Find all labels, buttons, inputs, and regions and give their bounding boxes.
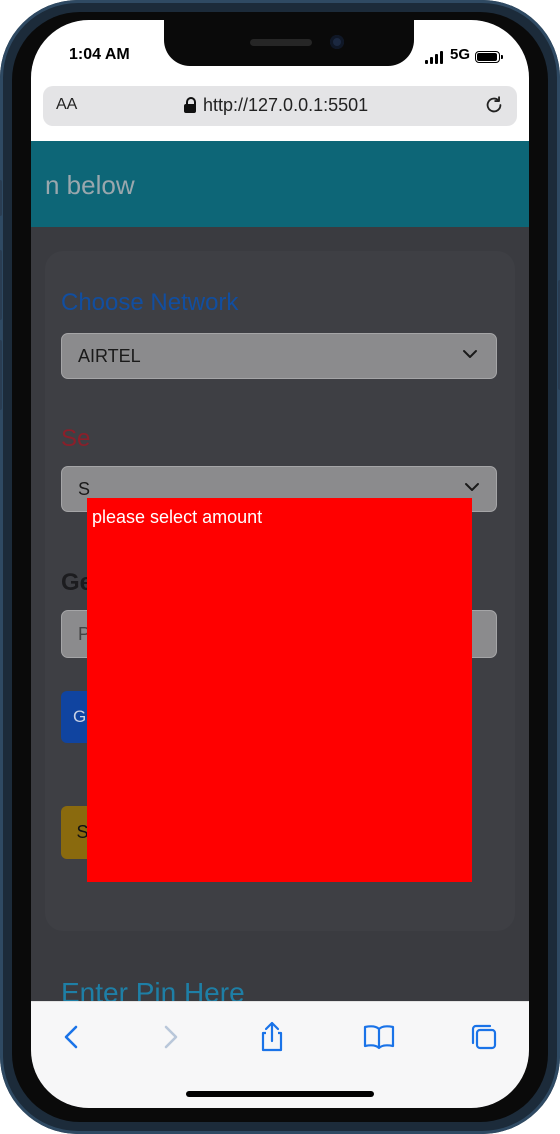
cellular-signal-icon <box>425 50 447 64</box>
text-size-button[interactable]: AA <box>56 96 77 114</box>
header-title: n below <box>45 170 135 200</box>
status-bar: 1:04 AM 5G <box>31 20 529 86</box>
tabs-icon[interactable] <box>467 1020 501 1054</box>
browser-address-area: AA http://127.0.0.1:5501 <box>31 86 529 141</box>
network-type: 5G <box>450 46 471 63</box>
address-bar[interactable]: AA http://127.0.0.1:5501 <box>43 86 517 126</box>
url-text[interactable]: http://127.0.0.1:5501 <box>203 95 368 116</box>
phone-screen: 1:04 AM 5G AA http://127.0.0.1:5501 n be… <box>31 20 529 1108</box>
share-icon[interactable] <box>255 1020 289 1054</box>
forward-icon[interactable] <box>153 1020 187 1054</box>
mute-switch <box>0 180 2 216</box>
web-page: n below Choose Network AIRTEL Se S Ge P <box>31 141 529 1001</box>
volume-down-button <box>0 340 2 410</box>
network-select-value: AIRTEL <box>78 346 141 366</box>
chevron-down-icon <box>465 483 479 491</box>
browser-toolbar <box>31 1001 529 1108</box>
notch <box>164 20 414 66</box>
battery-icon <box>475 51 503 63</box>
front-camera <box>330 35 344 49</box>
enter-pin-heading: Enter Pin Here <box>61 977 245 1001</box>
home-indicator <box>186 1091 374 1097</box>
chevron-down-icon <box>463 350 477 358</box>
amount-select-value: S <box>78 479 91 499</box>
generate-button-label: G <box>73 707 87 726</box>
select-amount-label: Se <box>61 425 91 452</box>
choose-network-label: Choose Network <box>61 289 239 316</box>
phone-frame: 1:04 AM 5G AA http://127.0.0.1:5501 n be… <box>0 0 560 1134</box>
back-icon[interactable] <box>55 1020 89 1054</box>
alert-toast: please select amount <box>87 498 472 882</box>
speaker-grille <box>250 39 312 46</box>
bookmarks-icon[interactable] <box>362 1020 396 1054</box>
lock-icon <box>184 97 196 113</box>
status-time: 1:04 AM <box>69 46 130 63</box>
alert-message: please select amount <box>92 507 263 527</box>
reload-icon[interactable] <box>483 94 505 116</box>
volume-up-button <box>0 250 2 320</box>
page-header: n below <box>31 141 529 227</box>
network-select[interactable]: AIRTEL <box>61 333 497 379</box>
